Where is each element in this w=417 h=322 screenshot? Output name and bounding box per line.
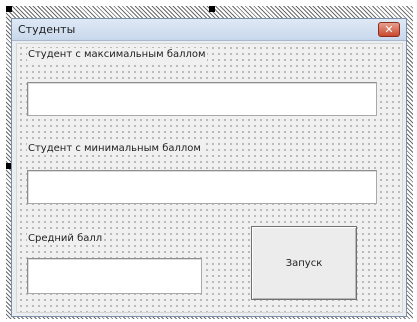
label-max-student[interactable]: Студент с максимальным баллом xyxy=(27,48,207,61)
textbox-max-student[interactable] xyxy=(27,82,377,116)
userform-title: Студенты xyxy=(18,23,76,36)
textbox-average-score[interactable] xyxy=(27,258,202,294)
label-min-student[interactable]: Студент с минимальным баллом xyxy=(27,142,202,155)
close-icon: ✕ xyxy=(384,23,394,36)
userform-window: Студенты ✕ Студент с максимальным баллом… xyxy=(11,18,407,317)
userform-titlebar[interactable]: Студенты ✕ xyxy=(12,19,406,41)
designer-canvas: Студенты ✕ Студент с максимальным баллом… xyxy=(0,0,417,322)
resize-handle-top-left[interactable] xyxy=(6,6,12,12)
textbox-min-student[interactable] xyxy=(27,170,377,204)
resize-handle-top[interactable] xyxy=(209,6,215,12)
userform-client-area[interactable]: Студент с максимальным баллом Студент с … xyxy=(16,43,403,313)
label-average-score[interactable]: Средний балл xyxy=(27,232,104,245)
run-button-label: Запуск xyxy=(285,257,323,269)
close-button[interactable]: ✕ xyxy=(378,22,400,37)
run-button[interactable]: Запуск xyxy=(251,226,357,300)
